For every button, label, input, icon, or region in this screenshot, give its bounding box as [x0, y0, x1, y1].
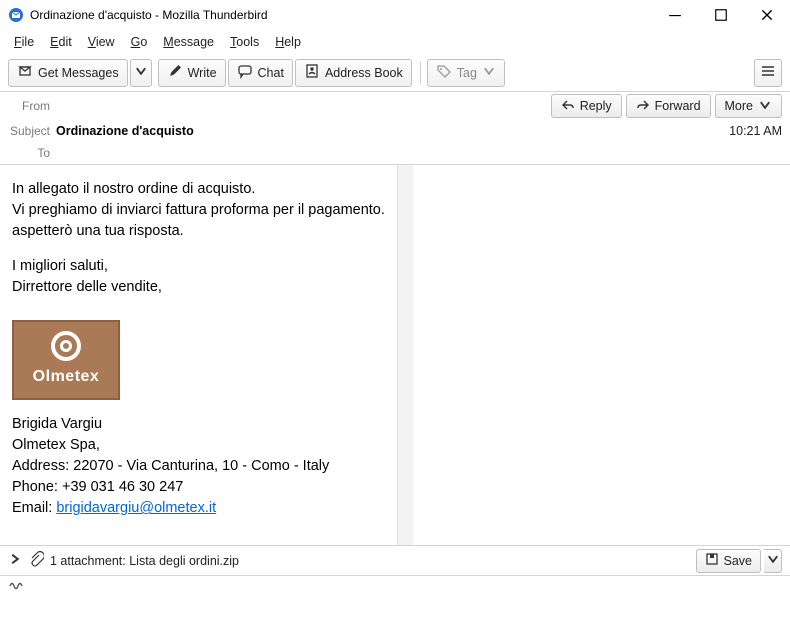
tag-icon — [436, 63, 452, 82]
chevron-down-icon — [758, 98, 772, 115]
menubar: File Edit View Go Message Tools Help — [0, 30, 790, 54]
chevron-down-icon — [482, 64, 496, 81]
status-bar — [0, 575, 790, 599]
window-controls — [652, 0, 790, 30]
menu-message[interactable]: Message — [157, 32, 220, 52]
from-label: From — [8, 99, 56, 113]
paperclip-icon — [28, 551, 44, 570]
logo-ring-icon — [51, 331, 81, 361]
get-messages-label: Get Messages — [38, 66, 119, 80]
message-body: In allegato il nostro ordine di acquisto… — [0, 165, 397, 545]
forward-button[interactable]: Forward — [626, 94, 711, 118]
chat-icon — [237, 63, 253, 82]
minimize-button[interactable] — [652, 0, 698, 30]
body-line: aspetterò una tua risposta. — [12, 221, 385, 242]
get-messages-dropdown[interactable] — [130, 59, 152, 87]
body-line: Vi preghiamo di inviarci fattura proform… — [12, 200, 385, 221]
save-label: Save — [724, 554, 753, 568]
expand-attachment-button[interactable] — [8, 552, 22, 569]
menu-file[interactable]: File — [8, 32, 40, 52]
menu-help[interactable]: Help — [269, 32, 307, 52]
window-titlebar: Ordinazione d'acquisto - Mozilla Thunder… — [0, 0, 790, 30]
reply-label: Reply — [580, 99, 612, 113]
sig-company: Olmetex Spa, — [12, 435, 385, 456]
message-body-wrap: In allegato il nostro ordine di acquisto… — [0, 165, 790, 545]
app-icon — [8, 7, 24, 23]
address-book-button[interactable]: Address Book — [295, 59, 412, 87]
chat-label: Chat — [258, 66, 284, 80]
body-line: In allegato il nostro ordine di acquisto… — [12, 179, 385, 200]
attachment-label[interactable]: 1 attachment: Lista degli ordini.zip — [50, 554, 239, 568]
pencil-icon — [167, 63, 183, 82]
attachment-bar: 1 attachment: Lista degli ordini.zip Sav… — [0, 545, 790, 575]
reply-icon — [561, 98, 575, 115]
activity-icon — [8, 578, 24, 597]
download-icon — [17, 63, 33, 82]
menu-tools[interactable]: Tools — [224, 32, 265, 52]
close-button[interactable] — [744, 0, 790, 30]
hamburger-icon — [760, 63, 776, 82]
sig-email-prefix: Email: — [12, 500, 56, 516]
message-time: 10:21 AM — [729, 124, 782, 138]
save-icon — [705, 552, 719, 569]
chat-button[interactable]: Chat — [228, 59, 293, 87]
body-line: I migliori saluti, — [12, 256, 385, 277]
toolbar-separator — [420, 62, 421, 84]
more-button[interactable]: More — [715, 94, 782, 118]
write-button[interactable]: Write — [158, 59, 226, 87]
subject-label: Subject — [8, 124, 56, 138]
body-line: Dirrettore delle vendite, — [12, 277, 385, 298]
window-title: Ordinazione d'acquisto - Mozilla Thunder… — [30, 8, 652, 22]
save-attachment-button[interactable]: Save — [696, 549, 762, 573]
menu-view[interactable]: View — [82, 32, 121, 52]
save-dropdown[interactable] — [764, 549, 782, 573]
company-logo: Olmetex — [12, 320, 120, 400]
app-menu-button[interactable] — [754, 59, 782, 87]
sig-phone: Phone: +39 031 46 30 247 — [12, 477, 385, 498]
menu-edit[interactable]: Edit — [44, 32, 78, 52]
tag-button[interactable]: Tag — [427, 59, 505, 87]
more-label: More — [725, 99, 753, 113]
maximize-button[interactable] — [698, 0, 744, 30]
menu-go[interactable]: Go — [125, 32, 154, 52]
subject-value: Ordinazione d'acquisto — [56, 124, 194, 138]
forward-label: Forward — [655, 99, 701, 113]
get-messages-button[interactable]: Get Messages — [8, 59, 128, 87]
main-toolbar: Get Messages Write Chat Address Book Tag — [0, 54, 790, 92]
tag-label: Tag — [457, 66, 477, 80]
reply-button[interactable]: Reply — [551, 94, 622, 118]
sig-email-line: Email: brigidavargiu@olmetex.it — [12, 498, 385, 519]
body-scrollbar[interactable] — [397, 165, 413, 545]
address-book-label: Address Book — [325, 66, 403, 80]
sig-email-link[interactable]: brigidavargiu@olmetex.it — [56, 500, 216, 516]
address-book-icon — [304, 63, 320, 82]
forward-icon — [636, 98, 650, 115]
sig-address: Address: 22070 - Via Canturina, 10 - Com… — [12, 456, 385, 477]
logo-brand: Olmetex — [33, 365, 100, 388]
message-header: From Reply Forward More Subject Ordinazi… — [0, 92, 790, 165]
to-label: To — [8, 146, 56, 160]
chevron-down-icon — [134, 64, 148, 81]
sig-name: Brigida Vargiu — [12, 414, 385, 435]
write-label: Write — [188, 66, 217, 80]
chevron-down-icon — [766, 552, 780, 569]
